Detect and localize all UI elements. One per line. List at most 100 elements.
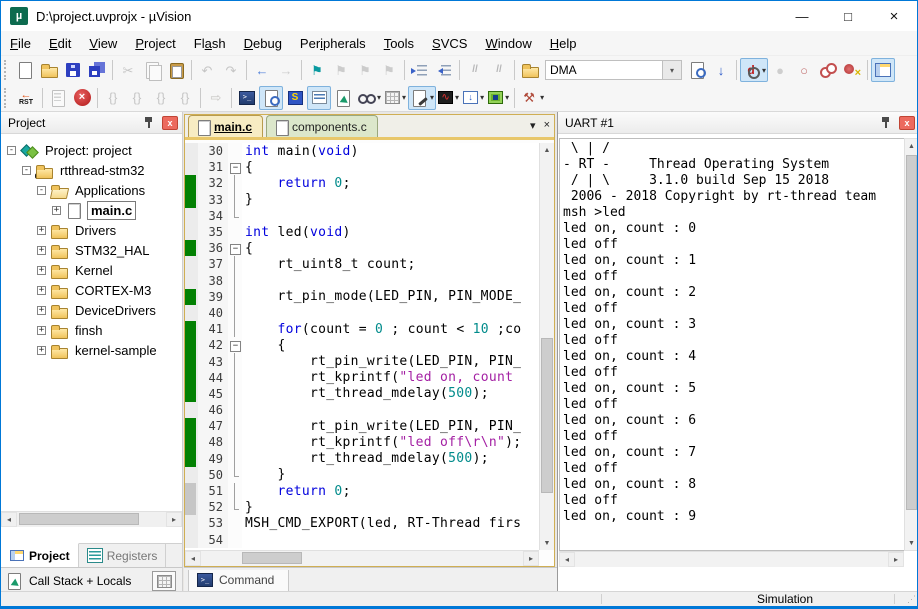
reset-button[interactable]: RST (13, 86, 39, 110)
open-file-button[interactable] (37, 58, 61, 82)
disassembly-window-button[interactable]: S (283, 86, 307, 110)
tab-registers[interactable]: Registers (79, 544, 167, 567)
symbols-window-button[interactable] (307, 86, 331, 110)
enable-breakpoint-button[interactable]: ○ (792, 58, 816, 82)
scroll-right-icon[interactable]: ▸ (166, 512, 182, 527)
editor-tab-components-c[interactable]: components.c (266, 115, 378, 137)
kill-all-breakpoints-button[interactable] (840, 58, 864, 82)
expand-icon[interactable]: + (37, 226, 46, 235)
maximize-button[interactable]: □ (825, 1, 871, 31)
disable-all-breakpoints-button[interactable] (816, 58, 840, 82)
menu-file[interactable]: File (1, 33, 40, 54)
dropdown-arrow-icon[interactable]: ▾ (505, 93, 509, 102)
tree-item-rtthread-stm32[interactable]: -rtthread-stm32 (1, 160, 182, 180)
scroll-up-icon[interactable]: ▲ (540, 143, 554, 157)
debug-restore-views-button[interactable] (259, 86, 283, 110)
dropdown-arrow-icon[interactable]: ▾ (480, 93, 484, 102)
resize-grip[interactable]: ⋰ (903, 593, 915, 605)
expand-icon[interactable]: + (37, 346, 46, 355)
scroll-up-icon[interactable]: ▲ (905, 139, 918, 153)
uart-panel-close-icon[interactable]: x (899, 116, 915, 130)
debug-tools-button[interactable]: ⚒▾ (518, 86, 546, 110)
menu-window[interactable]: Window (476, 33, 540, 54)
document-close-icon[interactable]: × (544, 119, 550, 132)
save-all-button[interactable] (85, 58, 109, 82)
dropdown-arrow-icon[interactable]: ▾ (455, 93, 459, 102)
menu-help[interactable]: Help (541, 33, 586, 54)
editor-hscrollbar[interactable]: ◂ ▸ (185, 550, 539, 566)
fold-collapse-icon[interactable] (228, 337, 242, 353)
menu-peripherals[interactable]: Peripherals (291, 33, 375, 54)
tree-item-main-c[interactable]: +main.c (1, 200, 182, 220)
menu-view[interactable]: View (80, 33, 126, 54)
expand-icon[interactable]: + (37, 306, 46, 315)
menu-tools[interactable]: Tools (375, 33, 423, 54)
find-combo-dropdown-icon[interactable]: ▾ (663, 60, 682, 80)
indent-button[interactable] (408, 58, 432, 82)
scroll-left-icon[interactable]: ◂ (559, 552, 575, 567)
menu-flash[interactable]: Flash (185, 33, 235, 54)
find-in-files-button[interactable] (518, 58, 542, 82)
new-file-button[interactable] (13, 58, 37, 82)
analysis-window-button[interactable]: ∿▾ (436, 86, 461, 110)
command-window-button[interactable]: >_ (235, 86, 259, 110)
collapse-icon[interactable]: - (37, 186, 46, 195)
document-list-icon[interactable]: ▾ (530, 119, 536, 132)
tree-item-project-project[interactable]: -Project: project (1, 140, 182, 160)
call-stack-bar[interactable]: Call Stack + Locals (1, 567, 183, 593)
memory-button[interactable] (152, 571, 176, 591)
editor-tab-main-c[interactable]: main.c (188, 115, 263, 137)
expand-icon[interactable]: + (37, 326, 46, 335)
tree-item-drivers[interactable]: +Drivers (1, 220, 182, 240)
tree-item-devicedrivers[interactable]: +DeviceDrivers (1, 300, 182, 320)
scroll-left-icon[interactable]: ◂ (185, 551, 201, 566)
scroll-down-icon[interactable]: ▼ (905, 536, 918, 550)
tree-item-kernel-sample[interactable]: +kernel-sample (1, 340, 182, 360)
toolbar-grip[interactable] (4, 88, 8, 108)
pin-icon[interactable] (877, 114, 895, 132)
tree-item-finsh[interactable]: +finsh (1, 320, 182, 340)
scroll-right-icon[interactable]: ▸ (523, 551, 539, 566)
insert-bookmark-button[interactable]: ⚑ (305, 58, 329, 82)
scroll-left-icon[interactable]: ◂ (1, 512, 17, 527)
dropdown-arrow-icon[interactable]: ▾ (762, 66, 766, 75)
tree-item-applications[interactable]: -Applications (1, 180, 182, 200)
scrollbar-thumb[interactable] (906, 155, 917, 510)
command-tab[interactable]: >_ Command (188, 570, 289, 592)
toolbar-grip[interactable] (4, 60, 8, 80)
collapse-icon[interactable]: - (22, 166, 31, 175)
code-editor-area[interactable]: 30int main(void)31{32 return 0;33}3435in… (185, 143, 539, 550)
project-panel-close-icon[interactable]: x (162, 116, 178, 130)
dropdown-arrow-icon[interactable]: ▾ (540, 93, 544, 102)
expand-icon[interactable]: + (37, 266, 46, 275)
dropdown-arrow-icon[interactable]: ▾ (430, 93, 434, 102)
project-window-toggle-button[interactable] (871, 58, 895, 82)
call-stack-window-button[interactable] (331, 86, 355, 110)
navigate-back-button[interactable]: ← (250, 58, 274, 82)
uart-vscrollbar[interactable]: ▲ ▼ (904, 138, 918, 551)
scroll-down-icon[interactable]: ▼ (540, 536, 554, 550)
uart-output[interactable]: \ | /- RT - Thread Operating System / | … (559, 138, 904, 551)
unindent-button[interactable] (432, 58, 456, 82)
menu-edit[interactable]: Edit (40, 33, 80, 54)
editor-vscrollbar[interactable]: ▲ ▼ (539, 143, 554, 550)
fold-collapse-icon[interactable] (228, 240, 242, 256)
save-button[interactable] (61, 58, 85, 82)
scrollbar-thumb[interactable] (541, 338, 553, 493)
serial-window-button[interactable]: ▾ (408, 86, 436, 110)
stop-debug-button[interactable]: × (70, 86, 94, 110)
project-tree-hscrollbar[interactable]: ◂ ▸ (1, 511, 182, 527)
tab-project[interactable]: Project (1, 543, 79, 567)
memory-window-button[interactable]: ▾ (383, 86, 408, 110)
menu-project[interactable]: Project (126, 33, 184, 54)
dropdown-arrow-icon[interactable]: ▾ (377, 93, 381, 102)
pin-icon[interactable] (140, 114, 158, 132)
trace-window-button[interactable]: ↓▾ (461, 86, 486, 110)
expand-icon[interactable]: + (52, 206, 61, 215)
watch-window-button[interactable]: ▾ (355, 86, 383, 110)
find-in-files-dialog-button[interactable] (685, 58, 709, 82)
start-stop-debug-button[interactable]: d▾ (740, 58, 768, 82)
collapse-icon[interactable]: - (7, 146, 16, 155)
uart-hscrollbar[interactable]: ◂ ▸ (559, 551, 904, 567)
menu-svcs[interactable]: SVCS (423, 33, 476, 54)
